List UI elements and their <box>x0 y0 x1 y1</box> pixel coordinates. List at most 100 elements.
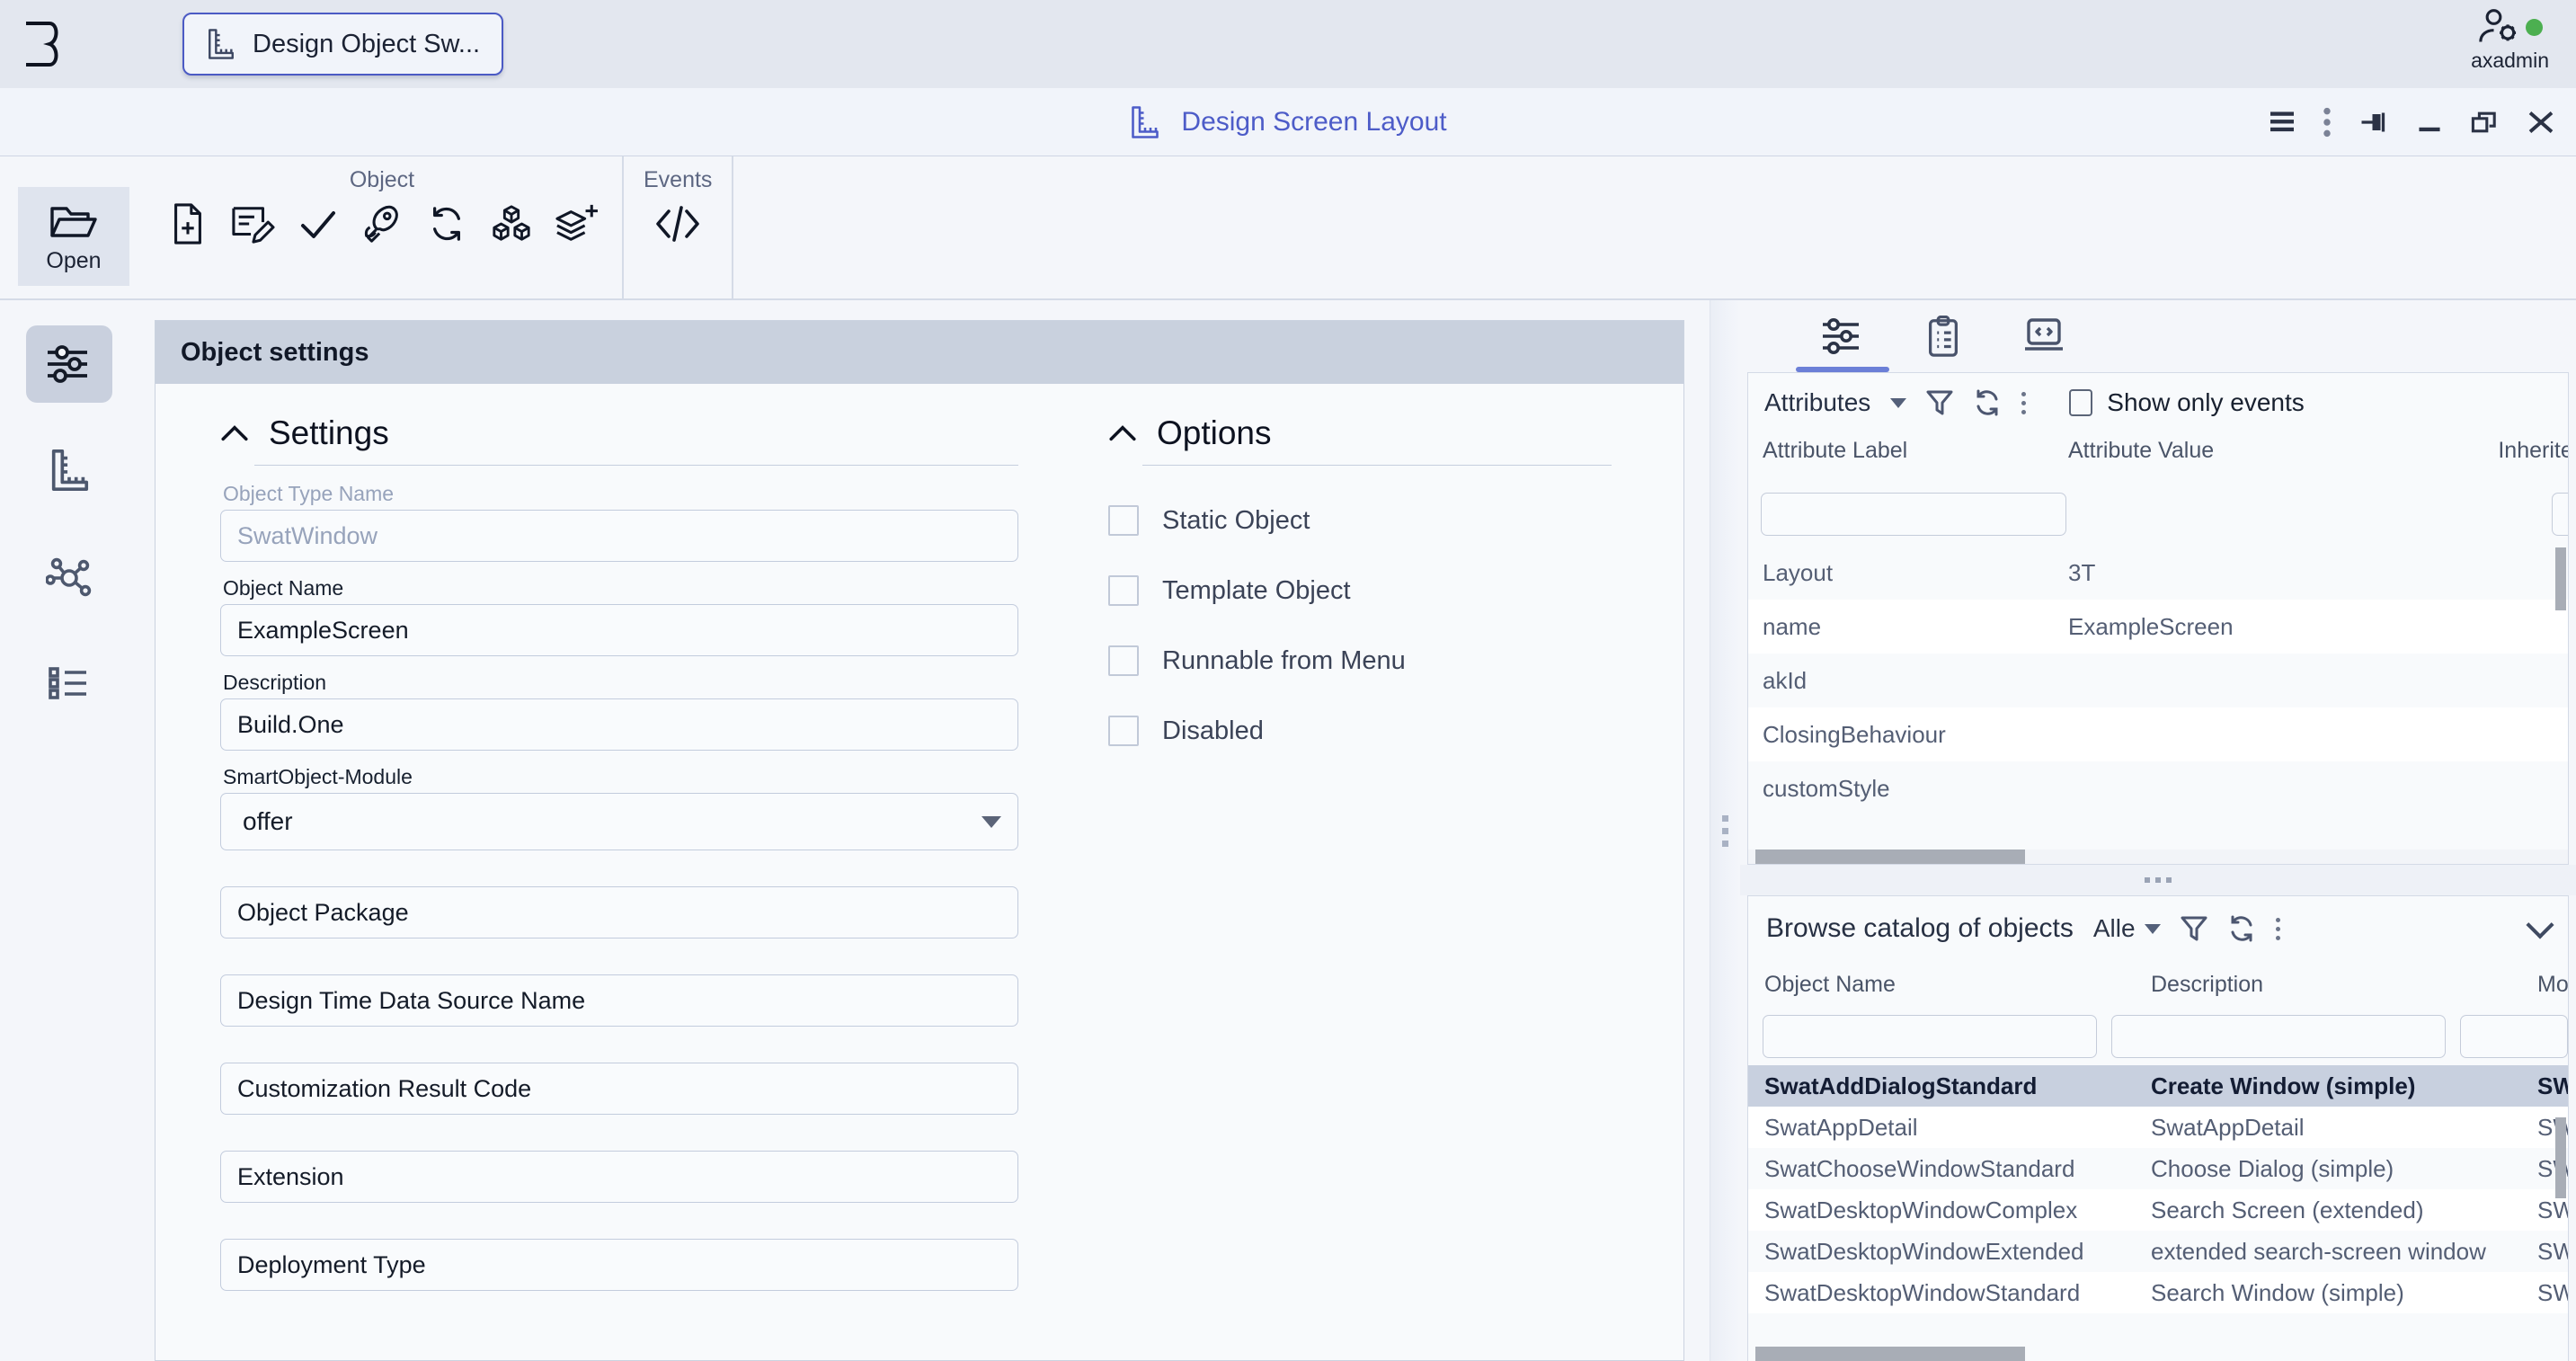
option-runnable-from-menu[interactable]: Runnable from Menu <box>1108 645 1612 676</box>
cubes-icon[interactable] <box>485 197 537 251</box>
settings-section-header[interactable]: Settings <box>220 414 1018 452</box>
code-icon[interactable] <box>652 197 704 251</box>
object-name-input[interactable]: ExampleScreen <box>220 604 1018 656</box>
table-row[interactable]: SwatDesktopWindowExtended extended searc… <box>1748 1231 2568 1272</box>
chevron-down-icon[interactable] <box>2526 911 2554 939</box>
catalog-scope-select[interactable]: Alle <box>2093 914 2161 943</box>
attributes-filter-row <box>1748 483 2568 546</box>
table-row[interactable]: SwatAppDetail SwatAppDetail SWAT <box>1748 1107 2568 1148</box>
cell-description: Search Window (simple) <box>2151 1278 2404 1306</box>
refresh-icon[interactable] <box>421 197 473 251</box>
options-column: Options Static Object Template Object Ru… <box>1018 414 1683 1360</box>
catalog-horizontal-scrollbar[interactable] <box>1755 1347 2025 1361</box>
sidebar-item-list[interactable] <box>26 644 112 721</box>
design-time-data-source-name-input[interactable]: Design Time Data Source Name <box>220 974 1018 1027</box>
table-row[interactable]: SwatDesktopWindowStandard Search Window … <box>1748 1272 2568 1313</box>
table-row[interactable]: SwatAddDialogStandard Create Window (sim… <box>1748 1065 2568 1107</box>
layers-add-icon[interactable] <box>550 197 602 251</box>
caret-down-icon[interactable] <box>1890 397 1907 408</box>
filter-icon[interactable] <box>2181 914 2207 943</box>
attribute-label-filter-input[interactable] <box>1761 493 2066 536</box>
app-tab-design-object[interactable]: Design Object Sw... <box>182 13 504 76</box>
page-title: Design Screen Layout <box>1181 106 1447 137</box>
description-filter-input[interactable] <box>2111 1015 2446 1058</box>
field-deployment-type: Deployment Type <box>220 1239 1018 1291</box>
kebab-menu-icon[interactable] <box>2323 107 2332 138</box>
tab-code[interactable] <box>1994 300 2094 372</box>
new-file-icon[interactable] <box>162 197 214 251</box>
filter-icon[interactable] <box>1926 388 1953 417</box>
table-row[interactable]: SwatDesktopWindowComplex Search Screen (… <box>1748 1189 2568 1231</box>
template-object-checkbox[interactable] <box>1108 575 1139 606</box>
option-template-object[interactable]: Template Object <box>1108 575 1612 606</box>
caret-down-icon <box>2144 923 2161 934</box>
table-row[interactable]: SwatChooseWindowStandard Choose Dialog (… <box>1748 1148 2568 1189</box>
sidebar-item-ruler[interactable] <box>26 431 112 509</box>
field-design-time-data-source-name: Design Time Data Source Name <box>220 974 1018 1027</box>
check-icon[interactable] <box>291 197 343 251</box>
chevron-up-icon <box>1108 424 1137 442</box>
open-button[interactable]: Open <box>18 187 129 286</box>
static-object-checkbox[interactable] <box>1108 505 1139 536</box>
table-row[interactable]: Layout 3T <box>1748 546 2568 600</box>
catalog-vertical-scrollbar[interactable] <box>2555 1117 2566 1198</box>
object-type-name-input[interactable]: SwatWindow <box>220 510 1018 562</box>
edit-document-icon[interactable] <box>227 197 279 251</box>
restore-icon[interactable] <box>2470 110 2499 135</box>
module-filter-input[interactable] <box>2460 1015 2568 1058</box>
object-settings-card: Object settings Settings Object Type Nam… <box>155 320 1684 1361</box>
show-only-events-checkbox[interactable] <box>2069 389 2093 416</box>
table-row[interactable]: name ExampleScreen <box>1748 600 2568 654</box>
sidebar-item-network[interactable] <box>26 538 112 615</box>
panel-resizer-horizontal[interactable] <box>1740 865 2576 895</box>
attributes-vertical-scrollbar[interactable] <box>2555 547 2566 610</box>
cell-object-name: SwatChooseWindowStandard <box>1764 1154 2075 1182</box>
option-static-object[interactable]: Static Object <box>1108 505 1612 536</box>
cell-module: SWAT <box>2537 1237 2568 1265</box>
object-name-filter-input[interactable] <box>1763 1015 2097 1058</box>
field-placeholder: Object Package <box>237 898 409 926</box>
ribbon-group-open: Open <box>0 156 142 298</box>
customization-result-code-input[interactable]: Customization Result Code <box>220 1063 1018 1115</box>
window-title-group: Design Screen Layout <box>1129 104 1447 140</box>
field-value: SwatWindow <box>237 521 378 549</box>
resizer-grip-icon <box>2145 877 2172 883</box>
table-row[interactable]: customStyle <box>1748 761 2568 815</box>
deployment-type-input[interactable]: Deployment Type <box>220 1239 1018 1291</box>
ruler-icon <box>206 27 236 61</box>
user-menu[interactable]: axadmin <box>2471 7 2549 73</box>
minimize-icon[interactable] <box>2416 111 2443 134</box>
refresh-icon[interactable] <box>2227 914 2256 943</box>
cell-description: Search Screen (extended) <box>2151 1196 2424 1223</box>
attributes-dropdown-label[interactable]: Attributes <box>1764 388 1870 417</box>
object-package-input[interactable]: Object Package <box>220 886 1018 938</box>
kebab-menu-icon[interactable] <box>2021 391 2027 414</box>
tab-clipboard[interactable] <box>1893 300 1994 372</box>
logo-b-mark[interactable] <box>16 17 70 71</box>
field-object-name: Object Name ExampleScreen <box>220 576 1018 656</box>
inherited-filter-input[interactable] <box>2552 493 2568 536</box>
extension-input[interactable]: Extension <box>220 1151 1018 1203</box>
runnable-from-menu-checkbox[interactable] <box>1108 645 1139 676</box>
right-panel: Attributes Show only events Attribute La… <box>1740 300 2576 1361</box>
menu-icon[interactable] <box>2269 111 2296 134</box>
column-description: Description <box>2151 971 2264 997</box>
option-disabled[interactable]: Disabled <box>1108 716 1612 746</box>
disabled-checkbox[interactable] <box>1108 716 1139 746</box>
show-only-events-row[interactable]: Show only events <box>2069 388 2305 417</box>
kebab-menu-icon[interactable] <box>2275 917 2280 940</box>
smartobject-module-select[interactable]: offer <box>220 793 1018 850</box>
attributes-horizontal-scrollbar[interactable] <box>1748 850 2568 864</box>
close-icon[interactable] <box>2526 109 2556 136</box>
scrollbar-thumb[interactable] <box>1755 850 2025 864</box>
rocket-icon[interactable] <box>356 197 408 251</box>
table-row[interactable]: akId <box>1748 654 2568 707</box>
panel-resizer-vertical[interactable] <box>1710 300 1740 1361</box>
table-row[interactable]: ClosingBehaviour <box>1748 707 2568 761</box>
description-input[interactable]: Build.One <box>220 698 1018 751</box>
refresh-icon[interactable] <box>1973 388 2002 417</box>
tab-attributes[interactable] <box>1792 300 1893 372</box>
options-section-header[interactable]: Options <box>1108 414 1612 452</box>
pin-icon[interactable] <box>2358 109 2389 136</box>
sidebar-item-sliders[interactable] <box>26 325 112 403</box>
